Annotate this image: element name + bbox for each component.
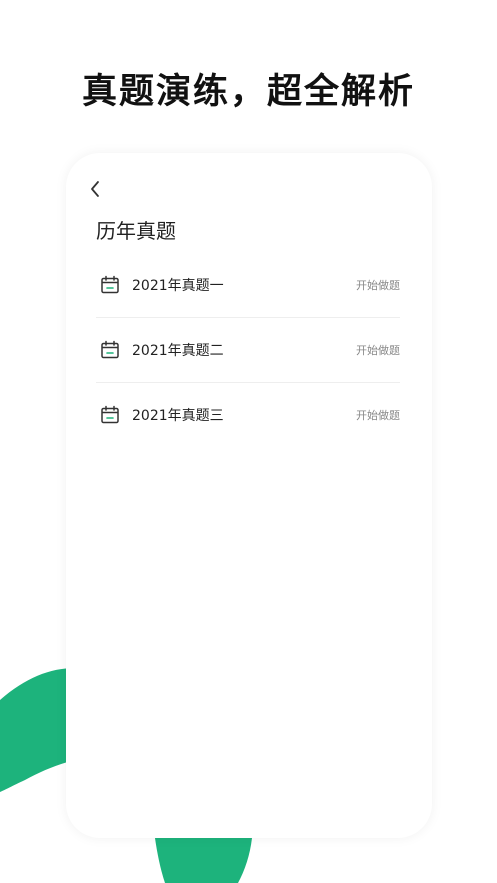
exam-card: 历年真题 2021年真题一 开始做题 2021年真题二 开始做题 2021年真题… bbox=[66, 153, 432, 838]
exam-title: 2021年真题二 bbox=[132, 343, 224, 359]
chevron-left-icon bbox=[91, 181, 99, 197]
start-exam-link[interactable]: 开始做题 bbox=[356, 407, 400, 423]
exam-list-item[interactable]: 2021年真题三 开始做题 bbox=[96, 383, 400, 447]
start-exam-link[interactable]: 开始做题 bbox=[356, 277, 400, 293]
calendar-icon bbox=[99, 339, 121, 361]
page-title: 历年真题 bbox=[96, 219, 176, 243]
screen: 真题演练，超全解析 历年真题 2021年真题一 开始做题 2021年真题二 开始… bbox=[0, 0, 497, 883]
exam-list-item[interactable]: 2021年真题二 开始做题 bbox=[96, 318, 400, 383]
calendar-icon bbox=[99, 274, 121, 296]
exam-list: 2021年真题一 开始做题 2021年真题二 开始做题 2021年真题三 开始做… bbox=[96, 253, 400, 447]
promo-headline: 真题演练，超全解析 bbox=[81, 72, 415, 112]
exam-title: 2021年真题一 bbox=[132, 278, 224, 294]
calendar-icon bbox=[99, 404, 121, 426]
exam-title: 2021年真题三 bbox=[132, 408, 224, 424]
exam-list-item[interactable]: 2021年真题一 开始做题 bbox=[96, 253, 400, 318]
start-exam-link[interactable]: 开始做题 bbox=[356, 342, 400, 358]
back-button[interactable] bbox=[84, 177, 106, 201]
